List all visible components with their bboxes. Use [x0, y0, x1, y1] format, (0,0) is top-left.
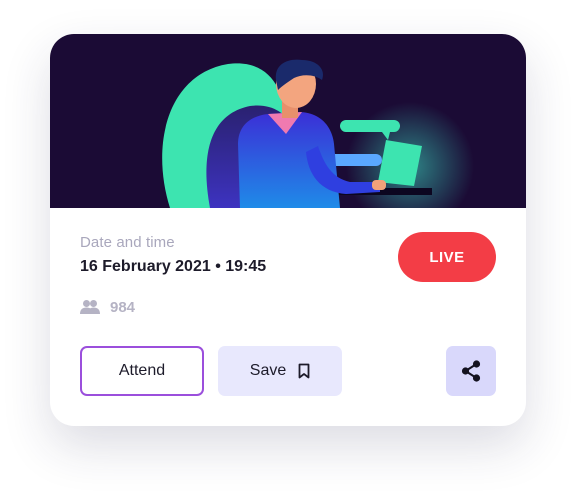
- attend-button-label: Attend: [118, 362, 166, 379]
- date-time-label: Date and time: [80, 234, 175, 251]
- save-button[interactable]: Save: [218, 346, 342, 396]
- event-card: Date and time 16 February 2021 • 19:45 L…: [50, 34, 526, 426]
- share-icon: [460, 359, 482, 383]
- save-button-label: Save: [249, 362, 287, 379]
- event-illustration: [50, 34, 526, 208]
- attendee-count: 984: [80, 296, 135, 318]
- live-status-badge: LIVE: [398, 232, 496, 282]
- attendee-count-value: 984: [110, 298, 136, 316]
- people-icon: [80, 299, 100, 315]
- bookmark-icon: [298, 363, 310, 379]
- share-button[interactable]: [446, 346, 496, 396]
- attend-button[interactable]: Attend: [80, 346, 204, 396]
- date-time-value: 16 February 2021 • 19:45: [80, 258, 267, 275]
